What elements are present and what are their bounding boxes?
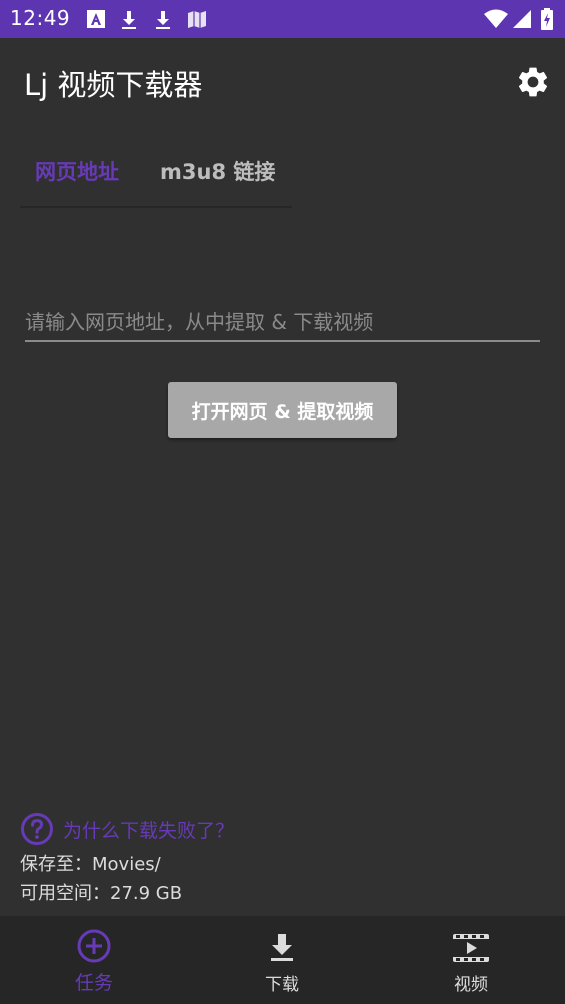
add-circle-icon bbox=[77, 929, 111, 963]
nav-item-tasks[interactable]: 任务 bbox=[0, 916, 188, 1004]
help-circle-icon bbox=[21, 813, 53, 845]
status-bar: 12:49 bbox=[0, 0, 565, 38]
map-icon bbox=[188, 11, 206, 28]
url-input[interactable] bbox=[25, 304, 540, 342]
battery-charging-icon bbox=[541, 8, 553, 30]
help-link[interactable]: 为什么下载失败了？ bbox=[63, 816, 234, 843]
nav-item-videos[interactable]: 视频 bbox=[377, 916, 565, 1004]
save-path: 保存至：Movies/ bbox=[20, 854, 161, 875]
wifi-icon bbox=[484, 9, 508, 28]
open-extract-button[interactable]: 打开网页 & 提取视频 bbox=[168, 382, 397, 438]
tab-m3u8-link[interactable]: m3u8 链接 bbox=[160, 156, 275, 186]
download-icon bbox=[156, 11, 170, 29]
app-bar: Lj 视频下载器 bbox=[0, 38, 565, 126]
text-a-icon bbox=[87, 10, 105, 28]
gear-icon[interactable] bbox=[515, 64, 551, 100]
app-title: Lj 视频下载器 bbox=[24, 68, 203, 102]
signal-icon bbox=[513, 10, 531, 28]
nav-label-videos: 视频 bbox=[454, 975, 488, 995]
download-icon bbox=[122, 11, 136, 29]
tab-web-address[interactable]: 网页地址 bbox=[35, 156, 119, 186]
nav-label-tasks: 任务 bbox=[74, 972, 113, 994]
free-space: 可用空间：27.9 GB bbox=[20, 883, 183, 904]
movie-icon bbox=[453, 934, 489, 962]
status-time: 12:49 bbox=[10, 6, 71, 30]
help-row[interactable]: 为什么下载失败了？ bbox=[20, 812, 234, 846]
nav-label-downloads: 下载 bbox=[265, 975, 299, 995]
source-tabs: 网页地址 m3u8 链接 bbox=[20, 140, 292, 208]
nav-item-downloads[interactable]: 下载 bbox=[188, 916, 376, 1004]
bottom-nav: 任务 下载 视频 bbox=[0, 916, 565, 1004]
download-icon bbox=[271, 934, 293, 961]
